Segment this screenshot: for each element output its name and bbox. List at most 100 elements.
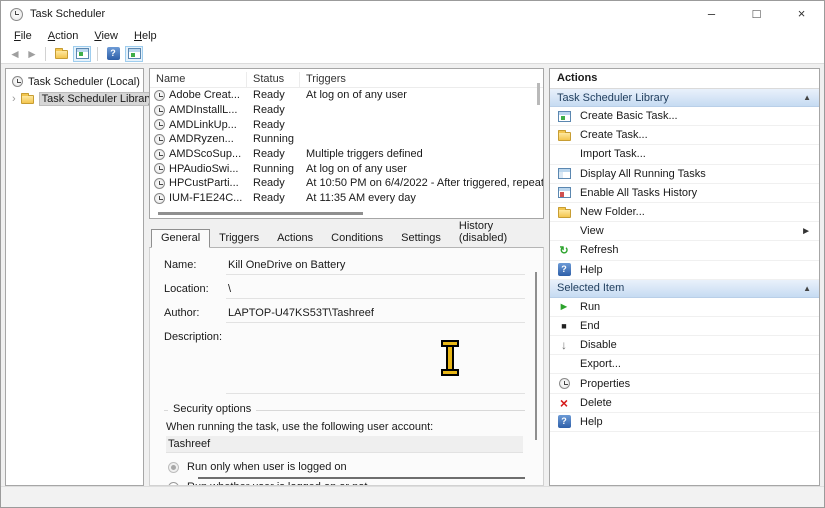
task-list-vertical-scrollbar[interactable] — [537, 83, 540, 105]
action-properties[interactable]: Properties — [550, 374, 819, 393]
task-triggers: Multiple triggers defined — [300, 148, 543, 160]
user-account-hint: When running the task, use the following… — [166, 421, 523, 433]
description-field[interactable] — [226, 330, 525, 394]
details-vertical-scrollbar[interactable] — [535, 272, 537, 440]
radio-button-selected[interactable] — [168, 462, 179, 473]
action-create-basic-task[interactable]: Create Basic Task... — [550, 107, 819, 126]
action-refresh[interactable]: ↻ Refresh — [550, 241, 819, 260]
column-header-triggers[interactable]: Triggers — [300, 72, 543, 87]
tab-conditions[interactable]: Conditions — [322, 230, 392, 247]
task-name: HPAudioSwi... — [169, 163, 239, 175]
task-name: AMDInstallL... — [169, 104, 237, 116]
author-label: Author: — [164, 306, 226, 319]
column-header-status[interactable]: Status — [247, 72, 300, 87]
help-toolbar-button[interactable]: ? — [104, 46, 122, 62]
tree-expander-icon[interactable]: › — [12, 93, 16, 105]
menu-action[interactable]: Action — [40, 28, 87, 44]
help-icon: ? — [558, 415, 571, 428]
collapse-icon[interactable]: ▲ — [803, 93, 811, 102]
action-end[interactable]: ■ End — [550, 317, 819, 336]
radio-run-logged-on[interactable]: Run only when user is logged on — [166, 461, 523, 473]
action-run[interactable]: ► Run — [550, 298, 819, 317]
table-row[interactable]: AMDLinkUp... Ready — [150, 117, 543, 132]
details-horizontal-scrollbar[interactable] — [198, 477, 525, 479]
table-row[interactable]: HPAudioSwi... Running At log on of any u… — [150, 161, 543, 176]
task-list-header: Name Status Triggers — [150, 71, 543, 88]
task-status: Ready — [247, 104, 300, 116]
tab-general[interactable]: General — [151, 229, 210, 248]
center-pane: Name Status Triggers Adobe Creat... Read… — [149, 68, 544, 486]
action-delete[interactable]: × Delete — [550, 394, 819, 413]
table-row[interactable]: HPCustParti... Ready At 10:50 PM on 6/4/… — [150, 176, 543, 191]
task-icon — [154, 178, 165, 189]
menu-view[interactable]: View — [86, 28, 126, 44]
action-label: Run — [580, 301, 811, 313]
action-disable[interactable]: ↓ Disable — [550, 336, 819, 355]
action-label: Help — [580, 264, 811, 276]
task-icon — [154, 149, 165, 160]
run-icon: ► — [557, 300, 571, 314]
main-area: Task Scheduler (Local) › Task Scheduler … — [1, 64, 824, 486]
task-icon — [154, 119, 165, 130]
refresh-icon: ↻ — [557, 243, 571, 257]
toolbar-separator — [45, 47, 46, 61]
table-row[interactable]: IUM-F1E24C... Ready At 11:35 AM every da… — [150, 191, 543, 206]
action-import-task[interactable]: Import Task... — [550, 145, 819, 164]
table-row[interactable]: Adobe Creat... Ready At log on of any us… — [150, 88, 543, 103]
table-row[interactable]: AMDRyzen... Running — [150, 132, 543, 147]
task-scheduler-window: Task Scheduler – □ × File Action View He… — [0, 0, 825, 508]
action-label: End — [580, 320, 811, 332]
maximize-button[interactable]: □ — [734, 1, 779, 27]
task-status: Ready — [247, 192, 300, 204]
minimize-button[interactable]: – — [689, 1, 734, 27]
action-view[interactable]: View ► — [550, 222, 819, 241]
task-icon — [154, 193, 165, 204]
task-scheduler-icon — [12, 76, 23, 87]
task-name: AMDLinkUp... — [169, 119, 237, 131]
show-console-tree-button[interactable] — [73, 46, 91, 62]
task-name-value: Kill OneDrive on Battery — [226, 258, 525, 275]
menu-bar: File Action View Help — [1, 27, 824, 44]
menu-file[interactable]: File — [6, 28, 40, 44]
tree-item-library[interactable]: › Task Scheduler Library — [6, 90, 143, 107]
table-row[interactable]: AMDScoSup... Ready Multiple triggers def… — [150, 147, 543, 162]
tab-history[interactable]: History (disabled) — [450, 218, 544, 247]
export-list-button[interactable] — [52, 46, 70, 62]
close-button[interactable]: × — [779, 1, 824, 27]
section-selected-item[interactable]: Selected Item ▲ — [550, 280, 819, 298]
action-pane-icon — [128, 48, 141, 59]
tab-actions[interactable]: Actions — [268, 230, 322, 247]
action-help[interactable]: ? Help — [550, 261, 819, 280]
action-enable-all-tasks-history[interactable]: Enable All Tasks History — [550, 184, 819, 203]
section-task-scheduler-library[interactable]: Task Scheduler Library ▲ — [550, 89, 819, 107]
menu-help[interactable]: Help — [126, 28, 165, 44]
radio-button[interactable] — [168, 482, 179, 487]
column-header-name[interactable]: Name — [150, 72, 247, 87]
action-display-all-running-tasks[interactable]: Display All Running Tasks — [550, 165, 819, 184]
collapse-icon[interactable]: ▲ — [803, 284, 811, 293]
task-name: Adobe Creat... — [169, 89, 240, 101]
forward-icon[interactable]: ► — [25, 47, 39, 61]
back-icon[interactable]: ◄ — [8, 47, 22, 61]
action-help-selected[interactable]: ? Help — [550, 413, 819, 432]
action-create-task[interactable]: Create Task... — [550, 126, 819, 145]
task-status: Ready — [247, 148, 300, 160]
task-status: Ready — [247, 177, 300, 189]
task-list-horizontal-scrollbar[interactable] — [158, 212, 363, 215]
status-bar — [1, 486, 824, 507]
task-triggers: At 10:50 PM on 6/4/2022 - After triggere… — [300, 177, 543, 189]
table-row[interactable]: AMDInstallL... Ready — [150, 103, 543, 118]
action-new-folder[interactable]: New Folder... — [550, 203, 819, 222]
tab-settings[interactable]: Settings — [392, 230, 450, 247]
action-export[interactable]: Export... — [550, 355, 819, 374]
task-status: Ready — [247, 89, 300, 101]
show-action-pane-button[interactable] — [125, 46, 143, 62]
tab-triggers[interactable]: Triggers — [210, 230, 268, 247]
action-label: Create Basic Task... — [580, 110, 811, 122]
radio-run-logged-on-or-not[interactable]: Run whether user is logged on or not — [166, 481, 523, 486]
end-icon: ■ — [557, 319, 571, 333]
action-label: Create Task... — [580, 129, 811, 141]
tree-item-root[interactable]: Task Scheduler (Local) — [6, 73, 143, 90]
toolbar-separator-2 — [97, 47, 98, 61]
user-account-value: Tashreef — [166, 436, 523, 453]
